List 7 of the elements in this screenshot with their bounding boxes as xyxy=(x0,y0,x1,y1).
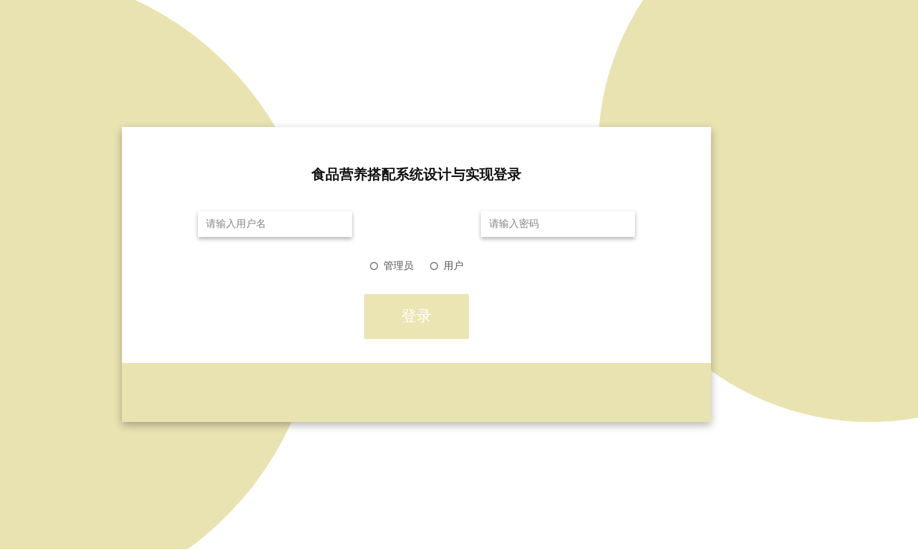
input-field[interactable]: 请输入用户名 xyxy=(198,211,352,237)
role-label[interactable]: 管理员 xyxy=(384,259,414,273)
radio-button[interactable] xyxy=(370,262,378,270)
input-field[interactable]: 请输入密码 xyxy=(481,211,635,237)
radio-button[interactable] xyxy=(430,262,438,270)
role-label[interactable]: 用户 xyxy=(444,259,464,273)
login-title: 食品营养搭配系统设计与实现登录 xyxy=(312,166,522,185)
